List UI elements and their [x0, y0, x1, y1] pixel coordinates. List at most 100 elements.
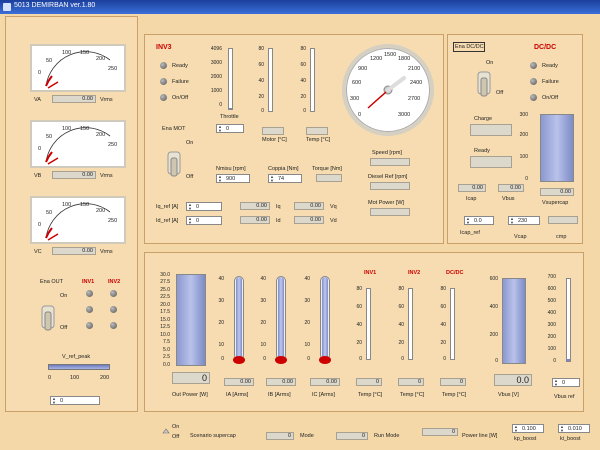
ib-thermometer: [275, 276, 287, 364]
inv2-temp-bar: [408, 288, 413, 360]
icap-value: 0.00: [458, 184, 486, 192]
throttle-input[interactable]: ▲ ▼ 0: [216, 124, 244, 133]
throttle-scale-2: 2000: [210, 74, 222, 80]
spin-arrows-icon[interactable]: ▲ ▼: [52, 397, 58, 405]
throttle-scale-0: 4096: [210, 46, 222, 52]
vd-value: 0.00: [294, 216, 324, 224]
meter-vc-tick-4: 200: [96, 208, 106, 214]
inv3-temp-scale-3: 20: [300, 94, 306, 100]
mot-power-label: Mot Power [W]: [368, 200, 405, 206]
spin-arrows-icon[interactable]: ▲ ▼: [560, 425, 566, 433]
supercap-scale-0: 300: [519, 112, 528, 118]
inv3-ready-led: [160, 62, 167, 69]
nmisu-label: Nmisu [rpm]: [216, 166, 246, 172]
power-line-label: Power line [W]: [462, 433, 498, 439]
coppia-label: Coppia [Nm]: [268, 166, 299, 172]
vbus-tank: [502, 278, 526, 364]
ena-dcdc-box[interactable]: Ena DC/DC: [453, 42, 485, 52]
ena-mot-on-label: On: [186, 140, 194, 146]
id-ref-input[interactable]: ▲ ▼ 0: [186, 216, 222, 225]
vbus-ref-slider[interactable]: [566, 278, 571, 362]
meter-vb-tick-0: 0: [38, 146, 42, 152]
vbus-scale-2: 200: [489, 332, 498, 338]
throttle-value: 0: [226, 126, 230, 132]
ib-scale-3: 10: [260, 342, 266, 348]
spin-arrows-icon[interactable]: ▲ ▼: [466, 217, 472, 225]
out-power-tank: [176, 274, 206, 366]
ena-out-toggle[interactable]: [40, 302, 56, 332]
inv3-temp-value: [306, 127, 328, 135]
meter-vc-tick-5: 250: [108, 218, 118, 224]
vbus-scale-0: 600: [489, 276, 498, 282]
ki-boost-input[interactable]: ▲ ▼ 0.010: [558, 424, 590, 433]
inv1-header: INV1: [82, 279, 95, 285]
icap-ref-label: Icap_ref: [460, 230, 480, 236]
ib-scale-4: 0: [263, 356, 266, 362]
spin-arrows-icon[interactable]: ▲ ▼: [188, 203, 194, 211]
meter-vc-unit: Vrms: [100, 249, 113, 255]
motor-scale-1: 60: [258, 62, 264, 68]
kp-boost-input[interactable]: ▲ ▼ 0.100: [512, 424, 544, 433]
inv3-temp-scale-2: 40: [300, 78, 306, 84]
spin-arrows-icon[interactable]: ▲ ▼: [188, 217, 194, 225]
t2-scale-1: 60: [398, 304, 404, 310]
t3-scale-3: 20: [440, 340, 446, 346]
inv3-failure-led: [160, 78, 167, 85]
coppia-input[interactable]: ▲ ▼ 74: [268, 174, 302, 183]
gauge-scale-4: 1200: [370, 56, 383, 62]
ib-label: IB [Arms]: [268, 392, 291, 398]
ib-scale-1: 30: [260, 298, 266, 304]
kp-boost-label: kp_boost: [514, 436, 537, 442]
spin-arrows-icon[interactable]: ▲ ▼: [554, 379, 560, 387]
gauge-scale-7: 2100: [408, 66, 421, 72]
out-scale-5: 17.5: [160, 309, 170, 315]
kp-boost-value: 0.100: [522, 426, 536, 432]
meter-va-unit: Vrms: [100, 97, 113, 103]
scenario-label: Scenario supercap: [190, 433, 236, 439]
ena-dcdc-label: Ena DC/DC: [455, 44, 484, 50]
dcdc-toggle[interactable]: [476, 68, 492, 98]
meter-va-label: VA: [34, 97, 41, 103]
ic-scale-1: 30: [304, 298, 310, 304]
t2-scale-4: 0: [401, 356, 404, 362]
dcdc-vbus-label: Vbus: [502, 196, 515, 202]
vbus-ref-input[interactable]: ▲ ▼ 0: [552, 378, 580, 387]
mode-value: 0: [336, 432, 368, 440]
out-scale-2: 25.0: [160, 287, 170, 293]
ena-out-label: Ena OUT: [40, 279, 63, 285]
iq-ref-value: 0: [196, 204, 200, 210]
spin-arrows-icon[interactable]: ▲ ▼: [510, 217, 516, 225]
vcap-input[interactable]: ▲ ▼ 230: [508, 216, 540, 225]
motor-temp-value: [262, 127, 284, 135]
gauge-scale-10: 3000: [398, 112, 411, 118]
vref-peak-input[interactable]: ▲ ▼ 0: [50, 396, 100, 405]
supercap-tank: [540, 114, 574, 182]
inv2-temp-value: 0: [398, 378, 424, 386]
spin-arrows-icon[interactable]: ▲ ▼: [218, 125, 224, 133]
supercap-scale-2: 100: [519, 154, 528, 160]
nmisu-input[interactable]: ▲ ▼ 900: [216, 174, 250, 183]
vref-peak-slider[interactable]: [48, 364, 110, 370]
icap-ref-input[interactable]: ▲ ▼ 0.0: [464, 216, 494, 225]
out-scale-8: 10.0: [160, 332, 170, 338]
meter-vc-value: 0.00: [52, 247, 96, 255]
iq-ref-input[interactable]: ▲ ▼ 0: [186, 202, 222, 211]
inv1-led-1: [86, 290, 93, 297]
spin-arrows-icon[interactable]: ▲ ▼: [218, 175, 224, 183]
out-scale-11: 2.5: [163, 354, 170, 360]
out-scale-10: 5.0: [163, 347, 170, 353]
throttle-slider[interactable]: [228, 48, 233, 110]
vref-peak-value: 0: [60, 398, 64, 404]
vbus-ref-scale-1: 600: [547, 286, 556, 292]
t1-scale-4: 0: [359, 356, 362, 362]
ena-mot-off-label: Off: [186, 174, 194, 180]
gauge-scale-8: 2400: [410, 80, 423, 86]
inv2-header: INV2: [108, 279, 121, 285]
meter-vb-face: 0 50 100 150 200 250: [30, 120, 126, 168]
ic-value: 0.00: [310, 378, 340, 386]
inv1-temp-header: INV1: [364, 270, 377, 276]
spin-arrows-icon[interactable]: ▲ ▼: [270, 175, 276, 183]
spin-arrows-icon[interactable]: ▲ ▼: [514, 425, 520, 433]
scenario-toggle-icon[interactable]: [162, 428, 170, 434]
ena-mot-toggle[interactable]: [166, 148, 182, 178]
